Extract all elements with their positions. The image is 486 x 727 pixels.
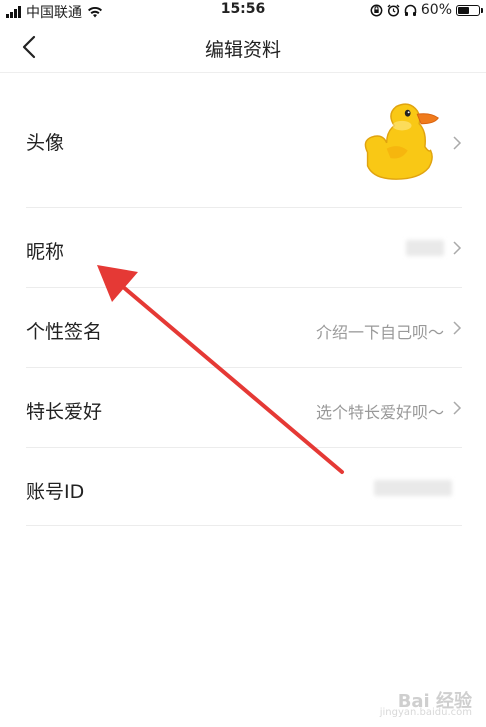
battery-icon: [456, 4, 483, 16]
status-bar: 中国联通 15:56 60%: [0, 0, 486, 22]
row-hobby[interactable]: 特长爱好 选个特长爱好呗～: [26, 368, 462, 448]
chevron-right-icon: [453, 241, 462, 255]
alarm-icon: [387, 4, 400, 17]
row-nickname[interactable]: 昵称: [26, 208, 462, 288]
row-signature-label: 个性签名: [26, 321, 103, 343]
row-account-id: 账号ID: [26, 448, 462, 526]
status-right: 60%: [370, 2, 483, 18]
chevron-right-icon: [453, 136, 462, 150]
row-hobby-label: 特长爱好: [26, 401, 103, 423]
chevron-right-icon: [453, 321, 462, 335]
chevron-right-icon: [453, 401, 462, 415]
nickname-value-redacted: [406, 240, 444, 256]
watermark: Bai 经验 jingyan.baidu.com: [380, 687, 472, 718]
headphones-icon: [404, 4, 417, 16]
duck-avatar-icon[interactable]: [358, 97, 444, 183]
page-title: 编辑资料: [204, 39, 281, 61]
row-avatar[interactable]: 头像: [26, 75, 462, 208]
hobby-placeholder: 选个特长爱好呗～: [315, 403, 444, 422]
signature-placeholder: 介绍一下自己呗～: [315, 323, 444, 342]
nav-bar: 编辑资料: [0, 22, 486, 73]
row-nickname-label: 昵称: [26, 241, 65, 263]
row-account-id-label: 账号ID: [26, 481, 85, 503]
row-signature[interactable]: 个性签名 介绍一下自己呗～: [26, 288, 462, 368]
watermark-url: jingyan.baidu.com: [379, 707, 472, 718]
battery-percent: 60%: [420, 2, 452, 18]
rotation-lock-icon: [370, 4, 383, 16]
account-id-value-redacted: [374, 480, 452, 496]
row-avatar-label: 头像: [26, 132, 65, 154]
